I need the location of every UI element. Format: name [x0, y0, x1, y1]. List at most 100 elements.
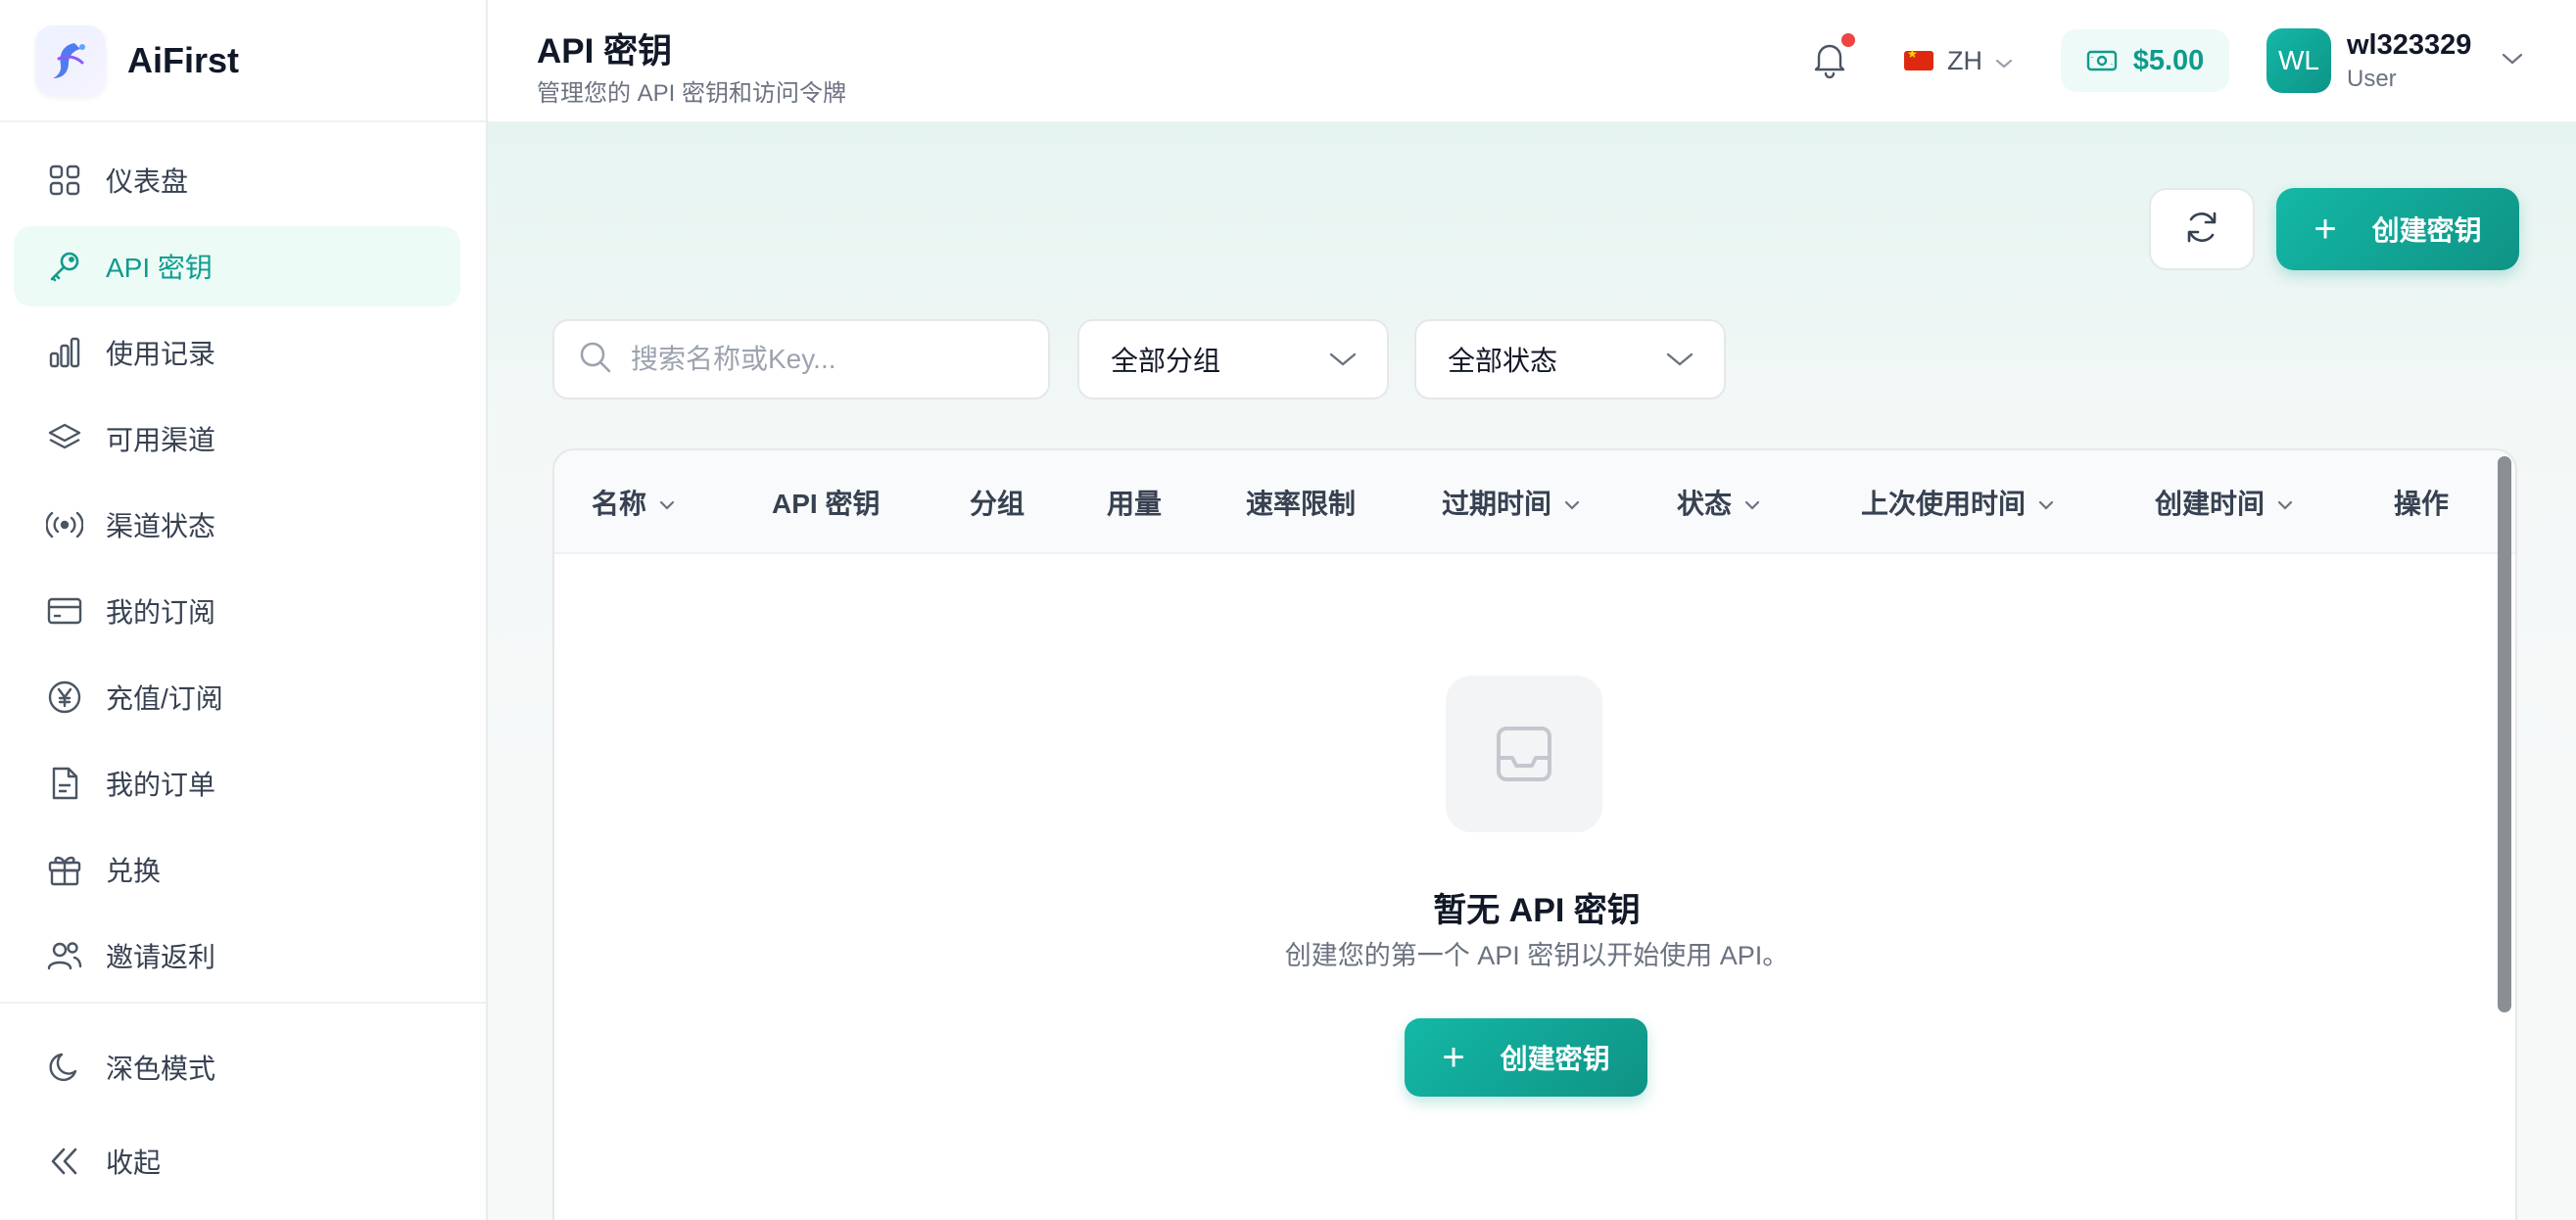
language-selector[interactable]: ZH: [1904, 37, 2014, 84]
wallet-icon: [2086, 49, 2118, 72]
top-header: API 密钥 管理您的 API 密钥和访问令牌 ZH $5.00 WL wl32…: [488, 0, 2576, 123]
sidebar-item-orders[interactable]: 我的订单: [14, 743, 460, 823]
create-key-label: 创建密钥: [2371, 215, 2482, 246]
notification-dot: [1841, 33, 1855, 47]
balance-badge[interactable]: $5.00: [2061, 29, 2229, 92]
empty-create-key-button[interactable]: + 创建密钥: [1405, 1018, 1647, 1097]
sidebar-item-channels[interactable]: 可用渠道: [14, 399, 460, 479]
sidebar-item-label: 我的订单: [106, 770, 216, 800]
chevron-down-icon: [1665, 344, 1694, 375]
china-flag-icon: [1904, 47, 1933, 70]
column-label: API 密钥: [772, 489, 881, 519]
user-meta: wl323329 User: [2347, 29, 2471, 93]
chevron-down-icon: [1328, 344, 1358, 375]
sidebar-item-label: 邀请返利: [106, 942, 216, 972]
group-filter-value: 全部分组: [1111, 346, 1221, 376]
column-header-api-key: API 密钥: [772, 450, 880, 554]
sort-chevron-icon: [2276, 487, 2294, 518]
table-header: 名称 API 密钥 分组 用量 速率限制 过期时间 状态 上次使用时间 创建时间…: [554, 450, 2515, 554]
column-header-created[interactable]: 创建时间: [2155, 450, 2294, 554]
sidebar-item-label: 我的订阅: [106, 597, 216, 628]
status-filter-select[interactable]: 全部状态: [1414, 319, 1726, 399]
column-header-status[interactable]: 状态: [1677, 450, 1761, 554]
empty-state-description: 创建您的第一个 API 密钥以开始使用 API。: [1284, 941, 1789, 970]
moon-icon: [45, 1048, 84, 1087]
sidebar-item-recharge[interactable]: 充值/订阅: [14, 657, 460, 737]
sidebar-item-label: 使用记录: [106, 339, 216, 369]
chevron-down-icon: [2501, 52, 2524, 70]
user-name: wl323329: [2347, 28, 2472, 61]
collapse-label: 收起: [106, 1148, 162, 1178]
sidebar-item-api-keys[interactable]: API 密钥: [14, 226, 460, 306]
empty-create-key-label: 创建密钥: [1500, 1044, 1610, 1074]
sidebar-item-label: API 密钥: [106, 253, 213, 283]
column-label: 状态: [1677, 489, 1733, 519]
credit-card-icon: [45, 591, 84, 631]
sidebar-item-subscriptions[interactable]: 我的订阅: [14, 571, 460, 651]
group-filter-select[interactable]: 全部分组: [1077, 319, 1389, 399]
sidebar-footer: 深色模式 收起: [0, 1002, 486, 1215]
brand-logo: [35, 24, 106, 96]
empty-inbox-icon: [1446, 676, 1602, 832]
balance-amount: $5.00: [2132, 44, 2205, 76]
signal-icon: [45, 505, 84, 544]
sort-chevron-icon: [658, 487, 676, 518]
sidebar-item-label: 充值/订阅: [106, 683, 223, 714]
sidebar-item-usage[interactable]: 使用记录: [14, 312, 460, 393]
sidebar-item-channel-status[interactable]: 渠道状态: [14, 485, 460, 565]
empty-state-title: 暂无 API 密钥: [1433, 892, 1641, 929]
column-header-group: 分组: [970, 450, 1025, 554]
dark-mode-label: 深色模式: [106, 1054, 216, 1084]
column-label: 操作: [2394, 489, 2450, 519]
key-icon: [45, 247, 84, 286]
sidebar-item-label: 渠道状态: [106, 511, 216, 541]
sidebar-item-dashboard[interactable]: 仪表盘: [14, 140, 460, 220]
plus-icon: +: [1442, 1036, 1465, 1079]
bar-chart-icon: [45, 333, 84, 372]
refresh-icon: [2182, 208, 2221, 252]
sidebar: AiFirst 仪表盘 API 密钥 使用记录 可用渠道 渠道状态 我的订阅 充…: [0, 0, 488, 1220]
sidebar-item-referral[interactable]: 邀请返利: [14, 915, 460, 996]
users-icon: [45, 936, 84, 975]
sort-chevron-icon: [2037, 487, 2055, 518]
search-box[interactable]: [552, 319, 1050, 399]
brand-name: AiFirst: [127, 39, 240, 80]
page-subtitle: 管理您的 API 密钥和访问令牌: [537, 80, 847, 107]
avatar: WL: [2266, 28, 2331, 93]
sidebar-item-label: 可用渠道: [106, 425, 216, 455]
dark-mode-toggle[interactable]: 深色模式: [14, 1027, 460, 1107]
column-header-usage: 用量: [1107, 450, 1162, 554]
search-icon: [578, 340, 613, 380]
yen-icon: [45, 678, 84, 717]
column-header-name[interactable]: 名称: [592, 450, 676, 554]
refresh-button[interactable]: [2149, 188, 2255, 270]
sort-chevron-icon: [1743, 487, 1761, 518]
column-label: 上次使用时间: [1861, 489, 2027, 519]
search-input[interactable]: [631, 344, 1023, 375]
column-header-expires[interactable]: 过期时间: [1442, 450, 1581, 554]
dashboard-icon: [45, 161, 84, 200]
notifications-button[interactable]: [1812, 33, 1855, 82]
user-menu[interactable]: WL wl323329 User: [2266, 27, 2524, 94]
language-code: ZH: [1947, 45, 1982, 75]
column-header-actions: 操作: [2394, 450, 2449, 554]
column-header-last-used[interactable]: 上次使用时间: [1861, 450, 2055, 554]
status-filter-value: 全部状态: [1448, 346, 1558, 376]
create-key-button[interactable]: + 创建密钥: [2276, 188, 2519, 270]
collapse-sidebar-button[interactable]: 收起: [14, 1121, 460, 1201]
column-label: 用量: [1107, 489, 1163, 519]
chevron-down-icon: [1994, 46, 2014, 76]
column-label: 速率限制: [1246, 489, 1357, 519]
column-label: 分组: [970, 489, 1026, 519]
layers-icon: [45, 419, 84, 458]
plus-icon: +: [2314, 208, 2337, 251]
sidebar-nav: 仪表盘 API 密钥 使用记录 可用渠道 渠道状态 我的订阅 充值/订阅 我的订…: [0, 122, 486, 996]
sidebar-item-label: 兑换: [106, 856, 162, 886]
double-chevron-left-icon: [45, 1142, 84, 1181]
brand[interactable]: AiFirst: [0, 0, 486, 122]
column-label: 名称: [592, 489, 647, 519]
sort-chevron-icon: [1563, 487, 1581, 518]
sidebar-item-redeem[interactable]: 兑换: [14, 829, 460, 910]
bell-icon: [1812, 44, 1847, 82]
gift-icon: [45, 850, 84, 889]
